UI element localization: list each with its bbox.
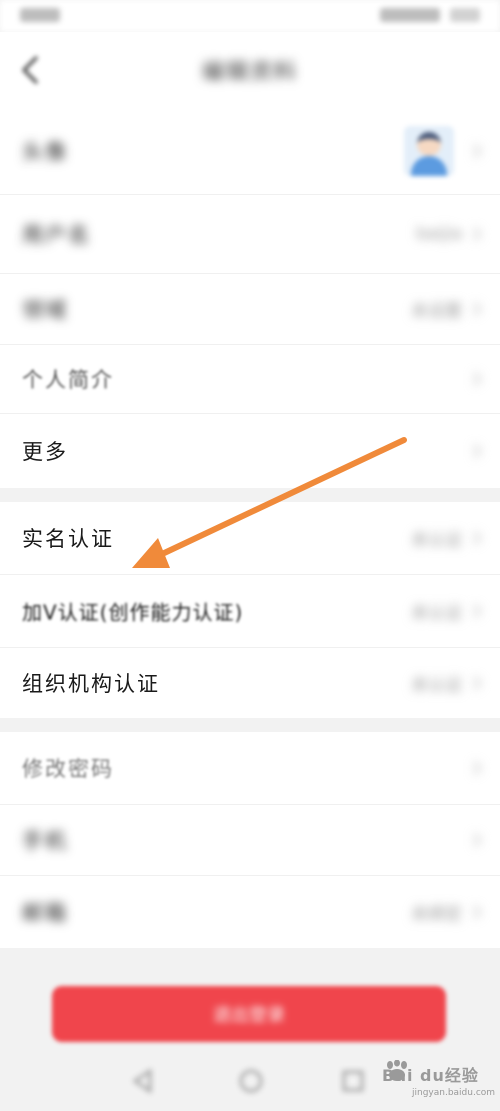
chevron-right-icon bbox=[473, 833, 482, 847]
home-circle-icon[interactable] bbox=[238, 1068, 264, 1094]
status-bar bbox=[0, 0, 500, 32]
row-more-label: 更多 bbox=[22, 440, 68, 464]
chevron-right-icon bbox=[473, 905, 482, 919]
watermark-text: Bai du经验 bbox=[382, 1066, 479, 1085]
logout-label: 退出登录 bbox=[213, 1005, 285, 1026]
clock bbox=[450, 8, 480, 22]
row-phone-label: 手机 bbox=[22, 829, 68, 853]
chevron-right-icon bbox=[473, 604, 482, 618]
row-more[interactable]: 更多 bbox=[0, 414, 500, 488]
row-realname-label: 实名认证 bbox=[22, 527, 114, 551]
nav-bar: 编辑资料 bbox=[0, 32, 500, 108]
chevron-right-icon bbox=[473, 531, 482, 545]
page-title: 编辑资料 bbox=[201, 60, 298, 85]
chevron-right-icon bbox=[473, 676, 482, 690]
battery-icon bbox=[380, 8, 440, 22]
row-bio-label: 个人简介 bbox=[22, 368, 114, 392]
back-triangle-icon[interactable] bbox=[130, 1068, 156, 1094]
row-vcert-label: 加V认证(创作能力认证) bbox=[22, 600, 244, 625]
row-email[interactable]: 邮箱 未绑定 bbox=[0, 876, 500, 948]
row-domain-label: 领域 bbox=[22, 298, 68, 322]
row-vcert-value: 未认证 bbox=[411, 603, 462, 624]
row-orgcert-label: 组织机构认证 bbox=[22, 672, 160, 696]
row-username-value: baijia bbox=[416, 224, 462, 244]
row-username-label: 用户名 bbox=[22, 223, 91, 247]
row-realname[interactable]: 实名认证 未认证 bbox=[0, 502, 500, 574]
chevron-right-icon bbox=[473, 372, 482, 386]
recents-square-icon[interactable] bbox=[340, 1068, 366, 1094]
avatar bbox=[404, 126, 454, 176]
row-avatar-label: 头像 bbox=[22, 140, 68, 164]
row-domain[interactable]: 领域 未设置 bbox=[0, 274, 500, 344]
row-domain-value: 未设置 bbox=[411, 301, 462, 322]
chevron-right-icon bbox=[473, 227, 482, 241]
chevron-right-icon bbox=[473, 302, 482, 316]
chevron-right-icon bbox=[473, 144, 482, 158]
row-email-label: 邮箱 bbox=[22, 901, 68, 925]
row-orgcert-value: 未认证 bbox=[411, 675, 462, 696]
row-bio[interactable]: 个人简介 bbox=[0, 345, 500, 413]
signal-icon bbox=[20, 8, 60, 22]
chevron-right-icon bbox=[473, 444, 482, 458]
chevron-right-icon bbox=[473, 761, 482, 775]
row-username[interactable]: 用户名 baijia bbox=[0, 195, 500, 273]
logout-button[interactable]: 退出登录 bbox=[52, 986, 446, 1042]
watermark-url: jingyan.baidu.com bbox=[412, 1088, 496, 1098]
row-phone[interactable]: 手机 bbox=[0, 805, 500, 875]
row-realname-value: 未认证 bbox=[411, 530, 462, 551]
row-avatar[interactable]: 头像 bbox=[0, 108, 500, 194]
row-orgcert[interactable]: 组织机构认证 未认证 bbox=[0, 648, 500, 718]
row-password-label: 修改密码 bbox=[22, 757, 114, 781]
row-password[interactable]: 修改密码 bbox=[0, 732, 500, 804]
row-vcert[interactable]: 加V认证(创作能力认证) 未认证 bbox=[0, 575, 500, 647]
row-email-value: 未绑定 bbox=[411, 904, 462, 925]
